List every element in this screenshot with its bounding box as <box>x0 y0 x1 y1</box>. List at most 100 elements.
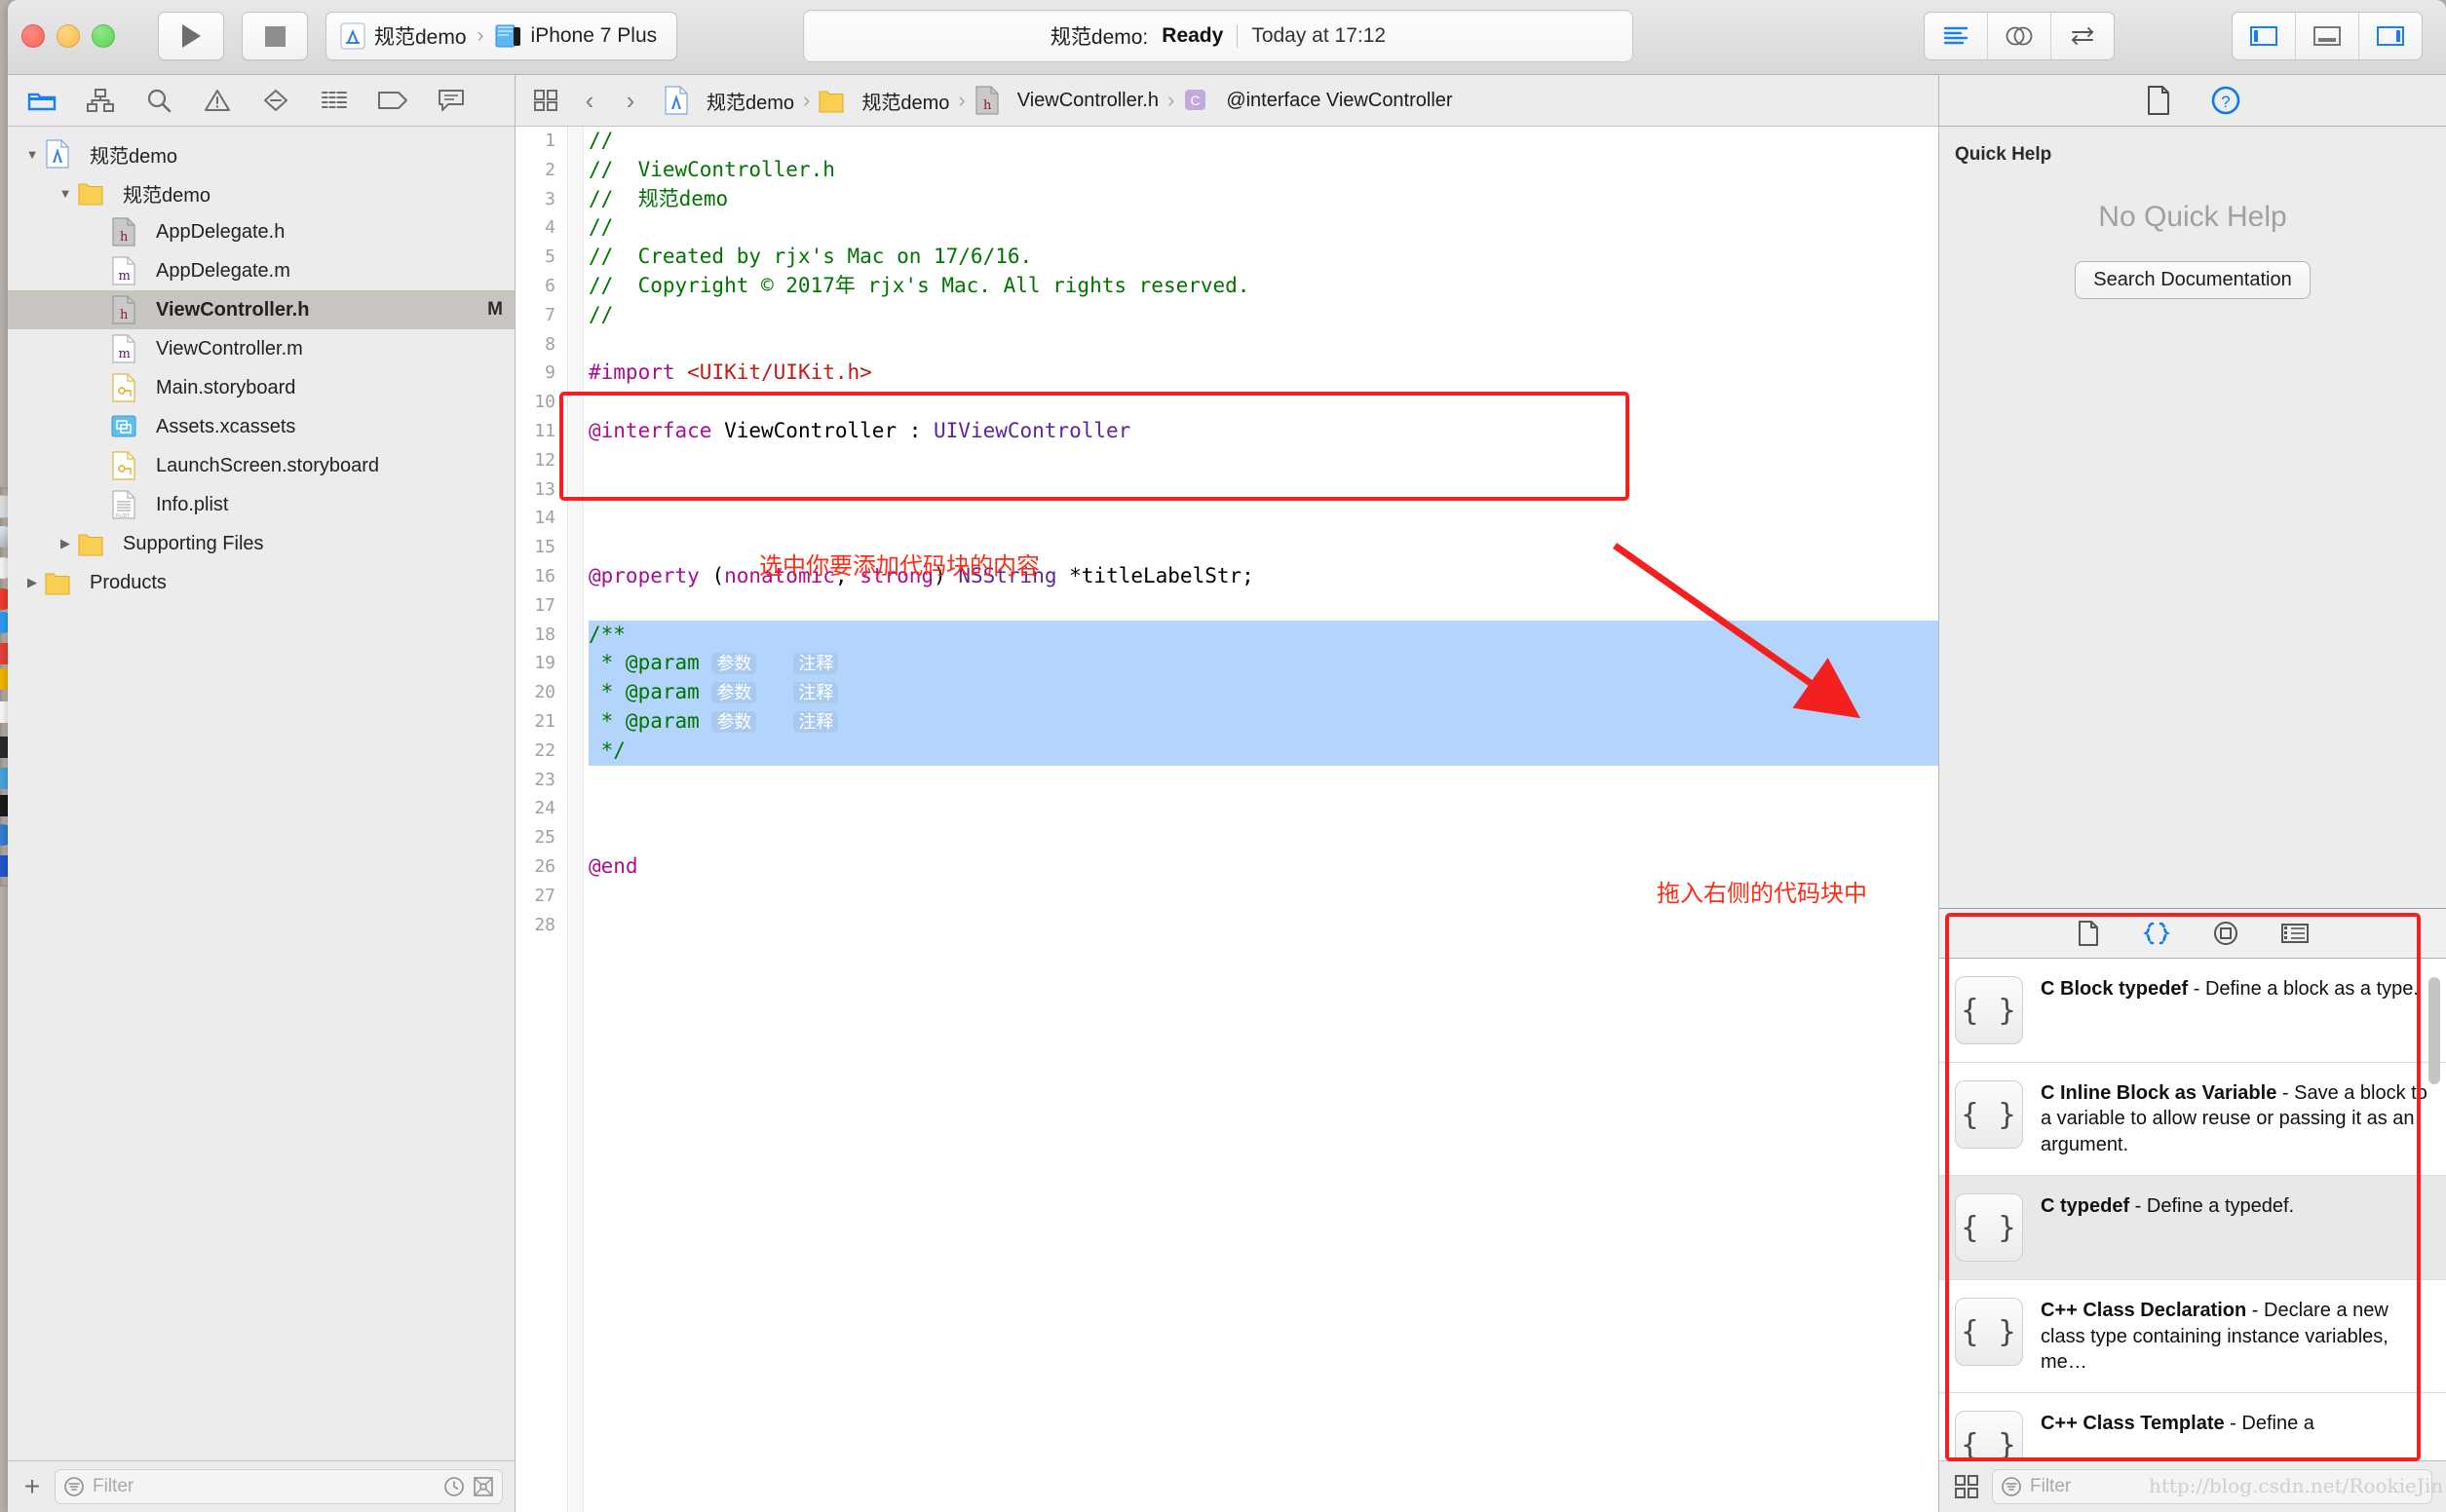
code-line[interactable] <box>589 591 1938 621</box>
disclosure-triangle-closed[interactable]: ▶ <box>55 536 76 551</box>
tree-row[interactable]: ▶ Products <box>8 563 515 602</box>
snippet-list-item[interactable]: { } C Block typedef - Define a block as a… <box>1939 959 2446 1063</box>
assistant-editor-button[interactable] <box>1988 13 2051 59</box>
code-line[interactable]: #import <UIKit/UIKit.h> <box>589 359 1938 388</box>
code-line[interactable]: */ <box>589 736 1938 766</box>
navigator-tab-test[interactable] <box>257 84 294 117</box>
snippet-list-item[interactable]: { } C++ Class Declaration - Declare a new… <box>1939 1280 2446 1394</box>
code-snippet-library-tab[interactable] <box>2142 920 2171 947</box>
code-line[interactable]: // <box>589 127 1938 156</box>
breadcrumb-item[interactable]: 规范demo <box>664 86 794 115</box>
navigator-tab-debug[interactable] <box>316 84 353 117</box>
navigator-tab-breakpoint[interactable] <box>374 84 411 117</box>
assets-icon <box>111 412 146 441</box>
utilities-toggle-button[interactable] <box>2359 13 2422 59</box>
line-number: 15 <box>534 537 555 558</box>
plist-icon: PLIST <box>111 490 146 519</box>
snippet-list[interactable]: { } C Block typedef - Define a block as a… <box>1939 959 2446 1460</box>
navigate-forward-button[interactable]: › <box>617 86 644 116</box>
minimize-button[interactable] <box>57 24 80 48</box>
disclosure-triangle-open[interactable]: ▼ <box>55 186 76 201</box>
navigator-tab-report[interactable] <box>433 84 470 117</box>
code-line[interactable]: // 规范demo <box>589 185 1938 214</box>
xcode-project-icon <box>45 139 80 169</box>
tree-row[interactable]: ▼ 规范demo <box>8 134 515 173</box>
code-line[interactable] <box>589 388 1938 417</box>
code-line[interactable]: // ViewController.h <box>589 156 1938 185</box>
snippet-list-item[interactable]: { } C++ Class Template - Define a <box>1939 1393 2446 1460</box>
file-inspector-tab[interactable] <box>2144 85 2173 116</box>
disclosure-triangle-closed[interactable]: ▶ <box>21 575 43 590</box>
code-folding-ribbon[interactable] <box>569 127 584 1512</box>
code-line[interactable] <box>589 823 1938 852</box>
activity-status-bar[interactable]: 规范demo: Ready Today at 17:12 <box>803 10 1633 62</box>
source-code[interactable]: // // ViewController.h // 规范demo // // Creat… <box>589 127 1938 1512</box>
code-line[interactable]: @interface ViewController : UIViewContro… <box>589 417 1938 446</box>
code-editor[interactable]: 1 2 3 4 5 6 7 8 9 10 11 12 13 14 15 16 17 18 19 20 21 22 23 24 2… <box>516 127 1938 1512</box>
snippet-list-item[interactable]: { } C Inline Block as Variable - Save a b… <box>1939 1063 2446 1177</box>
navigator-filter-field[interactable]: Filter <box>55 1469 503 1504</box>
line-number: 26 <box>534 855 555 877</box>
braces-icon: { } <box>1955 1193 2023 1263</box>
object-library-tab[interactable] <box>2212 920 2239 947</box>
code-line[interactable] <box>589 504 1938 533</box>
scheme-selector[interactable]: 规范demo › iPhone 7 Plus <box>325 12 677 60</box>
code-line[interactable]: * @param 参数 注释 <box>589 678 1938 707</box>
code-line[interactable]: // <box>589 213 1938 243</box>
code-line[interactable]: // Created by rjx's Mac on 17/6/16. <box>589 243 1938 272</box>
tree-row[interactable]: h ViewController.h M <box>8 290 515 329</box>
code-line[interactable] <box>589 794 1938 823</box>
code-line[interactable] <box>589 446 1938 475</box>
tree-row[interactable]: Main.storyboard <box>8 368 515 407</box>
file-template-library-tab[interactable] <box>2076 920 2101 947</box>
navigator-tab-source-control[interactable] <box>82 84 119 117</box>
tree-row[interactable]: m ViewController.m <box>8 329 515 368</box>
tree-row[interactable]: LaunchScreen.storyboard <box>8 446 515 485</box>
breadcrumb-item[interactable]: C @interface ViewController <box>1183 86 1453 115</box>
code-line[interactable] <box>589 475 1938 505</box>
navigator-tab-find[interactable] <box>140 84 177 117</box>
navigator-tab-project[interactable] <box>23 84 60 117</box>
stop-button[interactable] <box>242 12 308 60</box>
related-items-button[interactable] <box>529 85 562 116</box>
code-line[interactable]: // Copyright © 2017年 rjx's Mac. All righ… <box>589 272 1938 301</box>
tree-row[interactable]: ▼ 规范demo <box>8 173 515 212</box>
close-button[interactable] <box>21 24 45 48</box>
breadcrumb-item[interactable]: h ViewController.h <box>975 86 1159 115</box>
navigate-back-button[interactable]: ‹ <box>576 86 603 116</box>
debug-area-toggle-button[interactable] <box>2296 13 2359 59</box>
run-button[interactable] <box>158 12 224 60</box>
navigator-tab-issue[interactable] <box>199 84 236 117</box>
search-documentation-button[interactable]: Search Documentation <box>2075 261 2311 299</box>
breadcrumb[interactable]: 规范demo › 规范demo › h ViewController.h › C @inte… <box>664 86 1453 115</box>
library-scrollbar[interactable] <box>2428 977 2440 1084</box>
zoom-button[interactable] <box>92 24 115 48</box>
code-line[interactable] <box>589 330 1938 359</box>
code-line[interactable]: // <box>589 301 1938 330</box>
code-line[interactable] <box>589 911 1938 940</box>
svg-text:PLIST: PLIST <box>116 513 130 519</box>
breadcrumb-item[interactable]: 规范demo <box>819 86 949 115</box>
breadcrumb-label: @interface ViewController <box>1226 89 1453 111</box>
right-panel-icon <box>2377 26 2404 46</box>
tree-row[interactable]: m AppDelegate.m <box>8 251 515 290</box>
version-editor-button[interactable] <box>2051 13 2114 59</box>
disclosure-triangle-open[interactable]: ▼ <box>21 147 43 162</box>
tree-row[interactable]: Assets.xcassets <box>8 407 515 446</box>
code-line[interactable]: * @param 参数 注释 <box>589 649 1938 679</box>
standard-editor-button[interactable] <box>1925 13 1988 59</box>
tree-row[interactable]: PLIST Info.plist <box>8 485 515 524</box>
line-number: 27 <box>534 885 555 906</box>
code-line[interactable] <box>589 766 1938 795</box>
tree-row-label: Assets.xcassets <box>156 415 296 437</box>
project-tree[interactable]: ▼ 规范demo ▼ 规范demo h AppDelegate.h m AppDeleg… <box>8 127 515 1460</box>
add-file-button[interactable]: + <box>19 1471 45 1502</box>
navigator-toggle-button[interactable] <box>2233 13 2296 59</box>
tree-row[interactable]: ▶ Supporting Files <box>8 524 515 563</box>
code-line[interactable]: /** <box>589 620 1938 650</box>
quick-help-inspector-tab[interactable]: ? <box>2210 85 2241 116</box>
media-library-tab[interactable] <box>2280 921 2310 946</box>
tree-row[interactable]: h AppDelegate.h <box>8 212 515 251</box>
snippet-list-item[interactable]: { } C typedef - Define a typedef. <box>1939 1176 2446 1281</box>
code-line[interactable]: * @param 参数 注释 <box>589 706 1938 737</box>
